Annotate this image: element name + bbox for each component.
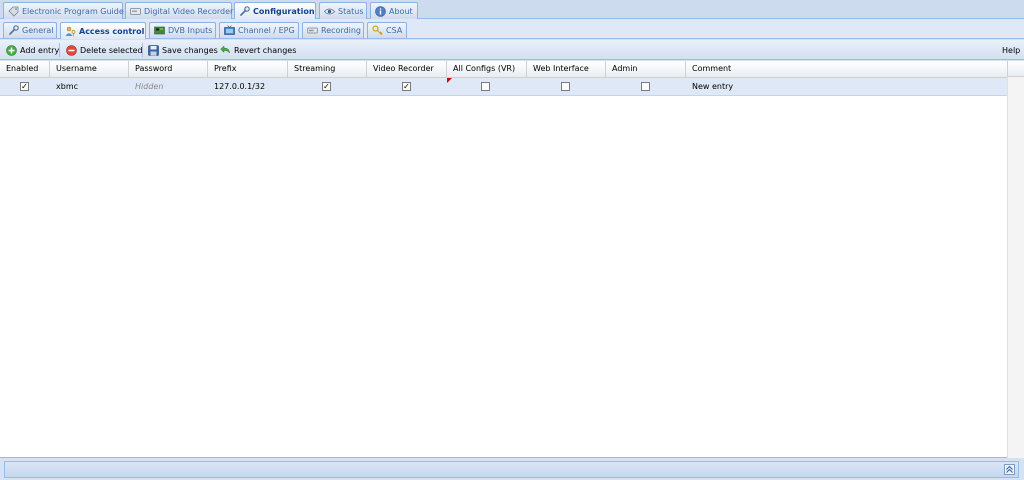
subtab-label: Access control <box>79 26 145 36</box>
top-tab-bar: Electronic Program Guide Digital Video R… <box>0 0 1024 20</box>
save-changes-label: Save changes <box>162 45 218 55</box>
add-icon <box>6 44 17 56</box>
sub-tab-bar: General Access control DVB Inputs Channe… <box>0 19 1024 39</box>
enabled-checkbox[interactable]: ✓ <box>20 82 29 91</box>
tab-label: Digital Video Recorder <box>144 6 234 16</box>
column-header-password[interactable]: Password <box>129 61 208 77</box>
subtab-dvb-inputs[interactable]: DVB Inputs <box>149 22 216 38</box>
column-header-all-configs[interactable]: All Configs (VR) <box>447 61 527 77</box>
add-entry-label: Add entry <box>20 45 60 55</box>
subtab-recording[interactable]: Recording <box>302 22 364 38</box>
subtab-channel-epg[interactable]: Channel / EPG <box>219 22 299 38</box>
web-interface-checkbox[interactable] <box>561 82 570 91</box>
subtab-general[interactable]: General <box>3 22 57 38</box>
toolbar-separator <box>142 43 143 57</box>
tab-label: Status <box>338 6 364 16</box>
subtab-label: General <box>22 26 54 35</box>
wrench-icon <box>8 25 19 36</box>
all-configs-checkbox[interactable] <box>481 82 490 91</box>
save-changes-button[interactable]: Save changes <box>148 43 218 57</box>
table-row[interactable]: ✓ xbmc Hidden 127.0.0.1/32 ✓ ✓ New entry <box>0 78 1007 96</box>
subtab-access-control[interactable]: Access control <box>60 22 146 39</box>
dirty-cell-marker <box>447 78 452 83</box>
subtab-label: DVB Inputs <box>168 26 213 35</box>
streaming-checkbox[interactable]: ✓ <box>322 82 331 91</box>
wrench-icon <box>239 6 250 17</box>
delete-selected-label: Delete selected <box>80 45 143 55</box>
column-header-admin[interactable]: Admin <box>606 61 686 77</box>
delete-selected-button[interactable]: Delete selected <box>66 43 143 57</box>
revert-icon <box>220 44 231 56</box>
column-header-web-interface[interactable]: Web Interface <box>527 61 606 77</box>
admin-checkbox[interactable] <box>641 82 650 91</box>
tab-label: Electronic Program Guide <box>22 6 124 16</box>
add-entry-button[interactable]: Add entry <box>6 43 59 57</box>
tab-about[interactable]: About <box>370 2 418 19</box>
password-cell[interactable]: Hidden <box>129 78 208 95</box>
header-scroll-pad <box>1007 61 1024 77</box>
recorder-icon <box>307 25 318 36</box>
subtab-label: Recording <box>321 26 362 35</box>
help-button[interactable]: Help <box>1002 43 1020 57</box>
tab-label: About <box>389 6 413 16</box>
tab-status[interactable]: Status <box>319 2 367 19</box>
dvb-card-icon <box>154 25 165 36</box>
revert-changes-label: Revert changes <box>234 45 297 55</box>
tv-icon <box>224 25 235 36</box>
toolbar-separator <box>59 43 60 57</box>
key-icon <box>372 25 383 36</box>
delete-icon <box>66 44 77 56</box>
column-header-comment[interactable]: Comment <box>686 61 1007 77</box>
eye-icon <box>324 6 335 17</box>
revert-changes-button[interactable]: Revert changes <box>220 43 296 57</box>
tab-configuration[interactable]: Configuration <box>234 2 316 20</box>
prefix-cell[interactable]: 127.0.0.1/32 <box>208 78 288 95</box>
column-header-prefix[interactable]: Prefix <box>208 61 288 77</box>
column-header-streaming[interactable]: Streaming <box>288 61 367 77</box>
info-icon <box>375 5 386 17</box>
tab-electronic-program-guide[interactable]: Electronic Program Guide <box>3 2 124 19</box>
column-header-enabled[interactable]: Enabled <box>0 61 50 77</box>
tag-icon <box>8 6 19 17</box>
toolbar: Add entry Delete selected Save changes R… <box>0 40 1024 60</box>
column-header-username[interactable]: Username <box>50 61 129 77</box>
subtab-label: Channel / EPG <box>238 26 295 35</box>
subtab-label: CSA <box>386 26 403 35</box>
tab-digital-video-recorder[interactable]: Digital Video Recorder <box>125 2 234 19</box>
video-recorder-checkbox[interactable]: ✓ <box>402 82 411 91</box>
vertical-scrollbar[interactable] <box>1007 77 1024 458</box>
username-cell[interactable]: xbmc <box>50 78 129 95</box>
tab-label: Configuration <box>253 7 315 16</box>
users-key-icon <box>65 26 76 37</box>
grid-header: Enabled Username Password Prefix Streami… <box>0 61 1007 78</box>
video-recorder-icon <box>130 6 141 17</box>
save-icon <box>148 44 159 56</box>
access-control-grid: Enabled Username Password Prefix Streami… <box>0 61 1024 458</box>
double-chevron-up-icon <box>1006 465 1013 473</box>
subtab-csa[interactable]: CSA <box>367 22 407 38</box>
footer-panel <box>4 461 1019 478</box>
comment-cell[interactable]: New entry <box>686 78 1007 95</box>
expand-panel-button[interactable] <box>1004 464 1015 475</box>
column-header-video-recorder[interactable]: Video Recorder <box>367 61 447 77</box>
help-label: Help <box>1002 45 1021 55</box>
